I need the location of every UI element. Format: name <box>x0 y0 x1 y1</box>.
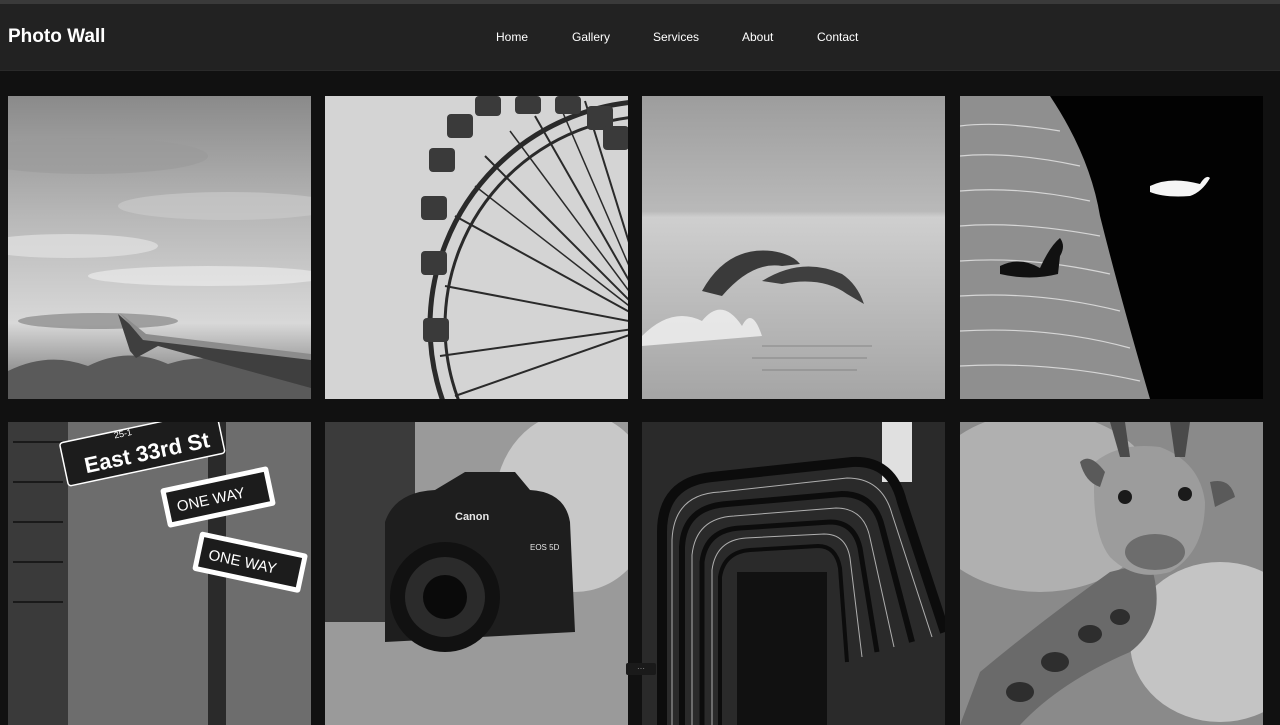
photo-spiral-staircase[interactable] <box>642 422 945 725</box>
photo-canon-camera[interactable]: Canon EOS 5D <box>325 422 628 725</box>
nav-services-link[interactable]: Services <box>653 30 699 44</box>
main-nav: Home Gallery Services About Contact <box>0 30 1280 50</box>
photo-grid: East 33rd St 25-1 ONE WAY ONE WAY Canon … <box>0 71 1280 725</box>
photo-dolphins[interactable] <box>642 96 945 399</box>
ferris-wheel-image <box>325 96 628 399</box>
photo-ferris-wheel[interactable] <box>325 96 628 399</box>
nav-home-link[interactable]: Home <box>496 30 528 44</box>
camera-brand-text: Canon <box>455 511 490 523</box>
dolphins-image <box>642 96 945 399</box>
photo-airplane-wing[interactable] <box>8 96 311 399</box>
swans-image <box>960 96 1263 399</box>
street-signs-image: East 33rd St 25-1 ONE WAY ONE WAY <box>8 422 311 725</box>
photo-swans[interactable] <box>960 96 1263 399</box>
canon-camera-image: Canon EOS 5D <box>325 422 628 725</box>
camera-model-text: EOS 5D <box>530 543 560 552</box>
drag-handle-icon[interactable]: ⋯ <box>626 663 656 675</box>
spiral-staircase-image <box>642 422 945 725</box>
giraffe-image <box>960 422 1263 725</box>
photo-street-signs[interactable]: East 33rd St 25-1 ONE WAY ONE WAY <box>8 422 311 725</box>
nav-gallery-link[interactable]: Gallery <box>572 30 610 44</box>
nav-about-link[interactable]: About <box>742 30 773 44</box>
photo-giraffe[interactable] <box>960 422 1263 725</box>
site-header: Photo Wall Home Gallery Services About C… <box>0 4 1280 71</box>
airplane-wing-image <box>8 96 311 399</box>
nav-contact-link[interactable]: Contact <box>817 30 858 44</box>
